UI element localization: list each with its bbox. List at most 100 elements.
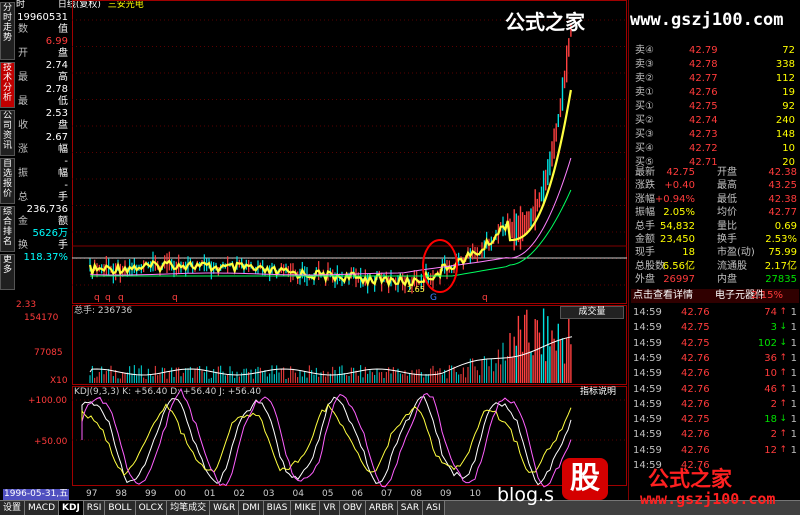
cursor-date: 1996-05-31,五: [3, 489, 70, 500]
quote-row: 外盘 26997 内盘 27835: [635, 274, 797, 286]
year-label: 10: [469, 489, 481, 499]
tab-rsi[interactable]: RSI: [83, 501, 106, 515]
quote-row: 现手 18 市盈(动) 75.99: [635, 247, 797, 259]
stock-terminal: { "title":{"date":"19960531","period":"日…: [0, 0, 800, 515]
kdj-header: KDJ(9,3,3) K: +56.40 D: +56.40 J: +56.40: [74, 387, 262, 397]
volume-indicator-select[interactable]: 成交量: [560, 306, 624, 319]
info-row: 数值: [18, 24, 68, 35]
info-row: 5626万: [32, 228, 68, 239]
tool-row: 点击查看详情 电子元器件 2.15%: [631, 289, 799, 303]
chart-canvas: q q q q Gq2.65: [72, 0, 627, 488]
tab-macd[interactable]: MACD: [25, 501, 59, 515]
vtab-company-info[interactable]: 公司资讯: [0, 110, 15, 156]
tick-row: 14:59 42.75 3 ↓ 1: [633, 322, 797, 334]
signal-marker: G: [430, 293, 437, 303]
info-row: 金额: [18, 216, 68, 227]
kdj-d-line: [81, 403, 572, 477]
kdj-explain-button[interactable]: 指标说明: [580, 387, 616, 398]
vtab-technical[interactable]: 技术分析: [0, 62, 15, 108]
year-label: 00: [174, 489, 186, 499]
watermark-logo-icon: 股: [562, 458, 608, 500]
signal-marker: q: [118, 293, 124, 303]
low-price-label: 2.65: [407, 285, 425, 294]
quote-row: 涨幅 +0.94% 最低 42.38: [635, 193, 797, 205]
year-label: 05: [322, 489, 334, 499]
bid-row: 买② 42.74 240: [635, 115, 795, 126]
year-label: 09: [440, 489, 452, 499]
vtab-ranking[interactable]: 综合排名: [0, 206, 15, 252]
tab-dmi[interactable]: DMI: [239, 501, 264, 515]
info-row: 最低: [18, 96, 68, 107]
kdj-k-line: [81, 396, 572, 486]
info-row: 2.78: [45, 84, 68, 95]
kdj-tick-100: +100.00: [28, 396, 68, 406]
quote-row: 总股数 6.56亿 流通股 2.17亿: [635, 260, 797, 272]
tab-mike[interactable]: MIKE: [291, 501, 321, 515]
tick-row: 14:59 42.76 12 ↑ 1: [633, 444, 797, 456]
bid-row: 买① 42.75 92: [635, 101, 795, 112]
kdj-tick-50: +50.00: [34, 437, 68, 447]
info-column: 19960531 数值 6.99 开盘 2.74 最高 2.78 最低 2.53 收盘 2.67 涨…: [16, 0, 70, 310]
tab-wr[interactable]: W&R: [210, 501, 240, 515]
info-row: 2.53: [45, 108, 68, 119]
ma10-line: [89, 157, 572, 276]
vtab-more[interactable]: 更多: [0, 254, 15, 290]
tick-row: 14:59 42.75 102 ↓ 1: [633, 337, 797, 349]
signal-marker: q: [94, 293, 100, 303]
year-label: 99: [145, 489, 157, 499]
quote-row: 涨跌 +0.40 最高 43.25: [635, 180, 797, 192]
info-row: 收盘: [18, 120, 68, 131]
year-label: 02: [233, 489, 245, 499]
tick-row: 14:59 42.75 18 ↓ 1: [633, 414, 797, 426]
year-label: 01: [204, 489, 216, 499]
info-row: 236,736: [26, 204, 68, 215]
year-label: 07: [381, 489, 393, 499]
quote-row: 总手 54,832 量比 0.69: [635, 220, 797, 232]
tab-kdj[interactable]: KDJ: [59, 501, 84, 515]
bid-row: 买④ 42.72 10: [635, 143, 795, 154]
tab-olcx[interactable]: OLCX: [135, 501, 168, 515]
chart-area: q q q q Gq 2.65: [72, 0, 627, 500]
signal-marker: q: [172, 293, 178, 303]
watermark-top-cn: 公式之家: [505, 10, 585, 34]
tab-asi[interactable]: ASI: [423, 501, 445, 515]
tab-sar[interactable]: SAR: [397, 501, 424, 515]
tab-vr[interactable]: VR: [320, 501, 340, 515]
tick-row: 14:59 42.76 2 ↑ 1: [633, 429, 797, 441]
vol-tick-mid: 77085: [34, 348, 63, 358]
info-row: 开盘: [18, 48, 68, 59]
info-row: 2.67: [45, 132, 68, 143]
info-row: 涨幅: [18, 144, 68, 155]
tick-row: 14:59 42.76 36 ↑ 1: [633, 352, 797, 364]
info-row: 2.74: [45, 60, 68, 71]
vtab-watchlist[interactable]: 自选报价: [0, 158, 15, 204]
ask-row: 卖① 42.76 19: [635, 87, 795, 98]
watermark-blog: blog.s: [497, 484, 554, 506]
tab-arbr[interactable]: ARBR: [365, 501, 398, 515]
ask-row: 卖② 42.77 112: [635, 73, 795, 84]
detail-button[interactable]: 点击查看详情: [633, 289, 693, 303]
ask-row: 卖③ 42.78 338: [635, 59, 795, 70]
info-row: -: [64, 156, 68, 167]
tick-row: 14:59 42.76 10 ↑ 1: [633, 368, 797, 380]
tick-row: 14:59 42.76 74 ↑ 1: [633, 307, 797, 318]
tick-row: 14:59 42.76 46 ↑ 1: [633, 383, 797, 395]
info-row: 118.37%: [23, 252, 69, 263]
quote-row: 最新 42.75 开盘 42.38: [635, 167, 797, 178]
year-label: 03: [263, 489, 275, 499]
watermark-bottom-url: www.gszj100.com: [640, 490, 776, 508]
tab-boll[interactable]: BOLL: [105, 501, 136, 515]
year-label: 97: [86, 489, 98, 499]
info-row: 总手: [18, 192, 68, 203]
signal-marker: q: [105, 293, 111, 303]
tab-bias[interactable]: BIAS: [263, 501, 292, 515]
tab-obv[interactable]: OBV: [339, 501, 366, 515]
tab-[interactable]: 均笔成交: [167, 501, 211, 515]
info-row: -: [64, 180, 68, 191]
watermark-bottom-cn: 公式之家: [648, 467, 732, 491]
tab-[interactable]: 设置: [0, 501, 26, 515]
year-label: 04: [292, 489, 304, 499]
quote-row: 振幅 2.05% 均价 42.77: [635, 207, 797, 219]
tick-row: 14:59 42.76 2 ↑ 1: [633, 398, 797, 410]
vtab-intraday[interactable]: 分时走势: [0, 2, 15, 60]
